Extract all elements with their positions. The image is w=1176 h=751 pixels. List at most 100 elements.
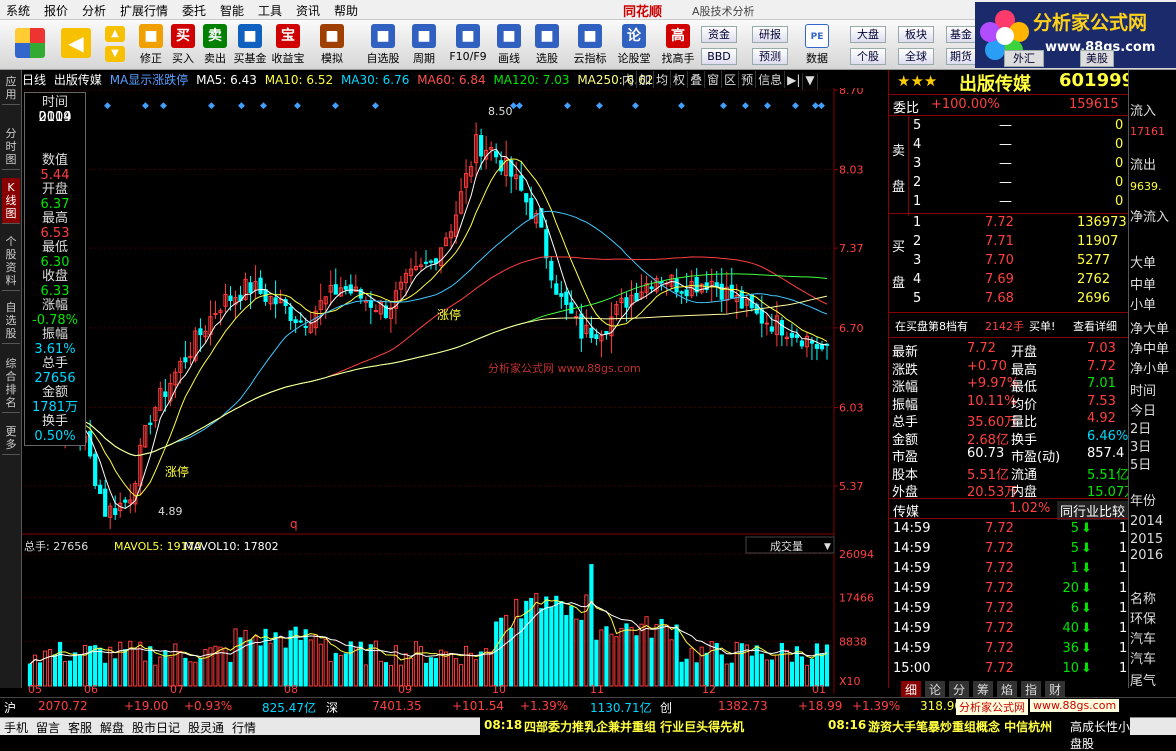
report-button[interactable]: 研报 <box>752 26 788 43</box>
link-diary[interactable]: 股市日记 <box>132 719 180 736</box>
menu-tools[interactable]: 工具 <box>258 2 282 19</box>
event-diamond-icon[interactable]: ◆ <box>632 101 639 111</box>
event-diamond-icon[interactable]: ◆ <box>564 101 571 111</box>
quote-tab[interactable]: 焰 <box>997 681 1018 698</box>
收益宝-button[interactable]: 宝收益宝 <box>270 22 306 68</box>
back-button[interactable]: ◀ <box>58 22 94 68</box>
bbd-button[interactable]: BBD <box>701 48 737 65</box>
nav-more[interactable]: 更多 <box>2 422 20 455</box>
menu-smart[interactable]: 智能 <box>220 2 244 19</box>
event-diamond-icon[interactable]: ◆ <box>764 101 771 111</box>
quote-tab[interactable]: 指 <box>1021 681 1042 698</box>
kline-chart[interactable]: 8.708.037.376.706.035.378.504.89涨停涨停q分析家… <box>22 88 888 694</box>
event-diamond-icon[interactable]: ◆ <box>516 101 523 111</box>
forecast-button[interactable]: 预测 <box>752 48 788 65</box>
link-message[interactable]: 留言 <box>36 719 60 736</box>
cy-index[interactable]: 1382.73 <box>718 699 768 713</box>
F10/F9-button[interactable]: ■ F10/F9 <box>448 22 488 68</box>
event-diamond-icon[interactable]: ◆ <box>742 101 749 111</box>
tool-rights[interactable]: 权 <box>671 71 689 88</box>
menu-quote[interactable]: 报价 <box>44 2 68 19</box>
event-diamond-icon[interactable]: ◆ <box>332 101 339 111</box>
buy-price: 7.69 <box>985 272 1014 287</box>
quote-tab[interactable]: 财 <box>1045 681 1066 698</box>
tool-window[interactable]: 窗 <box>705 71 723 88</box>
quote-tab[interactable]: 分 <box>949 681 970 698</box>
云指标-button[interactable]: ■ 云指标 <box>570 22 610 68</box>
volume-bar <box>774 654 779 687</box>
usstock-button[interactable]: 美股 <box>1080 50 1114 67</box>
event-diamond-icon[interactable]: ◆ <box>596 101 603 111</box>
周期-button[interactable]: ■ 周期 <box>406 22 442 68</box>
futures-button[interactable]: 期货 <box>946 48 976 65</box>
updown-button[interactable]: ▲ ▼ <box>100 22 130 68</box>
选股-button[interactable]: ■ 选股 <box>530 22 564 68</box>
event-diamond-icon[interactable]: ◆ <box>792 101 799 111</box>
event-diamond-icon[interactable]: ◆ <box>160 101 167 111</box>
link-service[interactable]: 客服 <box>68 719 92 736</box>
买入-button[interactable]: 买买入 <box>168 22 198 68</box>
event-diamond-icon[interactable]: ◆ <box>818 101 825 111</box>
fund-tab-button[interactable]: 基金 <box>946 26 976 43</box>
nav-apps[interactable]: 应用 <box>2 72 20 105</box>
quote-tab[interactable]: 细 <box>901 681 922 698</box>
menu-analysis[interactable]: 分析 <box>82 2 106 19</box>
nav-kline[interactable]: K线图 <box>2 178 20 224</box>
stock-button[interactable]: 个股 <box>850 48 886 65</box>
link-mobile[interactable]: 手机 <box>4 719 28 736</box>
link-lingtong[interactable]: 股灵通 <box>188 719 224 736</box>
event-diamond-icon[interactable]: ◆ <box>372 101 379 111</box>
menu-extended[interactable]: 扩展行情 <box>120 2 168 19</box>
模拟-button[interactable]: ■ 模拟 <box>316 22 348 68</box>
market-button[interactable]: 大盘 <box>850 26 886 43</box>
论股堂-button[interactable]: 论论股堂 <box>614 22 654 68</box>
nav-ranking[interactable]: 综合排名 <box>2 354 20 413</box>
event-diamond-icon[interactable]: ◆ <box>208 101 215 111</box>
event-diamond-icon[interactable]: ◆ <box>260 101 267 111</box>
tool-info[interactable]: 信息 <box>756 71 786 88</box>
sh-index[interactable]: 2070.72 <box>38 699 88 713</box>
link-quote[interactable]: 行情 <box>232 719 256 736</box>
quote-tab[interactable]: 筹 <box>973 681 994 698</box>
news-ticker[interactable]: 08:18 四部委力推乳企兼并重组 行业巨头得先机 08:16 游资大手笔暴炒重… <box>480 717 1130 751</box>
news-text[interactable]: 四部委力推乳企兼并重组 行业巨头得先机 <box>524 718 744 735</box>
event-diamond-icon[interactable]: ◆ <box>720 101 727 111</box>
layout-button[interactable] <box>10 22 50 68</box>
menu-order[interactable]: 委托 <box>182 2 206 19</box>
link-analysis[interactable]: 解盘 <box>100 719 124 736</box>
tool-inner[interactable]: 内 <box>620 71 638 88</box>
ma-mode-label[interactable]: MA显示涨跌停 <box>110 73 189 87</box>
queue-more-link[interactable]: 查看详细 <box>1073 318 1117 334</box>
tool-add[interactable]: 加 <box>637 71 655 88</box>
capital-button[interactable]: 资金 <box>701 26 737 43</box>
修正-button[interactable]: ■ 修正 <box>136 22 166 68</box>
nav-watchlist[interactable]: 自选股 <box>2 298 20 344</box>
自选股-button[interactable]: ■ 自选股 <box>364 22 402 68</box>
tool-range[interactable]: 区 <box>722 71 740 88</box>
卖出-button[interactable]: 卖卖出 <box>200 22 230 68</box>
event-diamond-icon[interactable]: ◆ <box>678 101 685 111</box>
event-diamond-icon[interactable]: ◆ <box>142 101 149 111</box>
global-button[interactable]: 全球 <box>898 48 934 65</box>
event-diamond-icon[interactable]: ◆ <box>294 101 301 111</box>
period-label[interactable]: 日线 <box>22 73 46 87</box>
tool-overlay[interactable]: 叠 <box>688 71 706 88</box>
sz-index[interactable]: 7401.35 <box>372 699 422 713</box>
menu-help[interactable]: 帮助 <box>334 2 358 19</box>
forex-button[interactable]: 外汇 <box>1004 50 1044 67</box>
quote-tab[interactable]: 论 <box>925 681 946 698</box>
找高手-button[interactable]: 高找高手 <box>658 22 698 68</box>
nav-timeshare[interactable]: 分时图 <box>2 124 20 170</box>
tool-predict[interactable]: 预 <box>739 71 757 88</box>
event-diamond-icon[interactable]: ◆ <box>104 101 111 111</box>
menu-system[interactable]: 系统 <box>6 2 30 19</box>
tool-avg[interactable]: 均 <box>654 71 672 88</box>
menu-news[interactable]: 资讯 <box>296 2 320 19</box>
画线-button[interactable]: ■ 画线 <box>492 22 526 68</box>
data-button[interactable]: PE 数据 <box>800 22 834 68</box>
nav-profile[interactable]: 个股资料 <box>2 232 20 291</box>
sector-button[interactable]: 板块 <box>898 26 934 43</box>
买基金-button[interactable]: ■ 买基金 <box>232 22 268 68</box>
news-text[interactable]: 游资大手笔暴炒重组概念 中信杭州 <box>868 718 1052 735</box>
event-diamond-icon[interactable]: ◆ <box>238 101 245 111</box>
